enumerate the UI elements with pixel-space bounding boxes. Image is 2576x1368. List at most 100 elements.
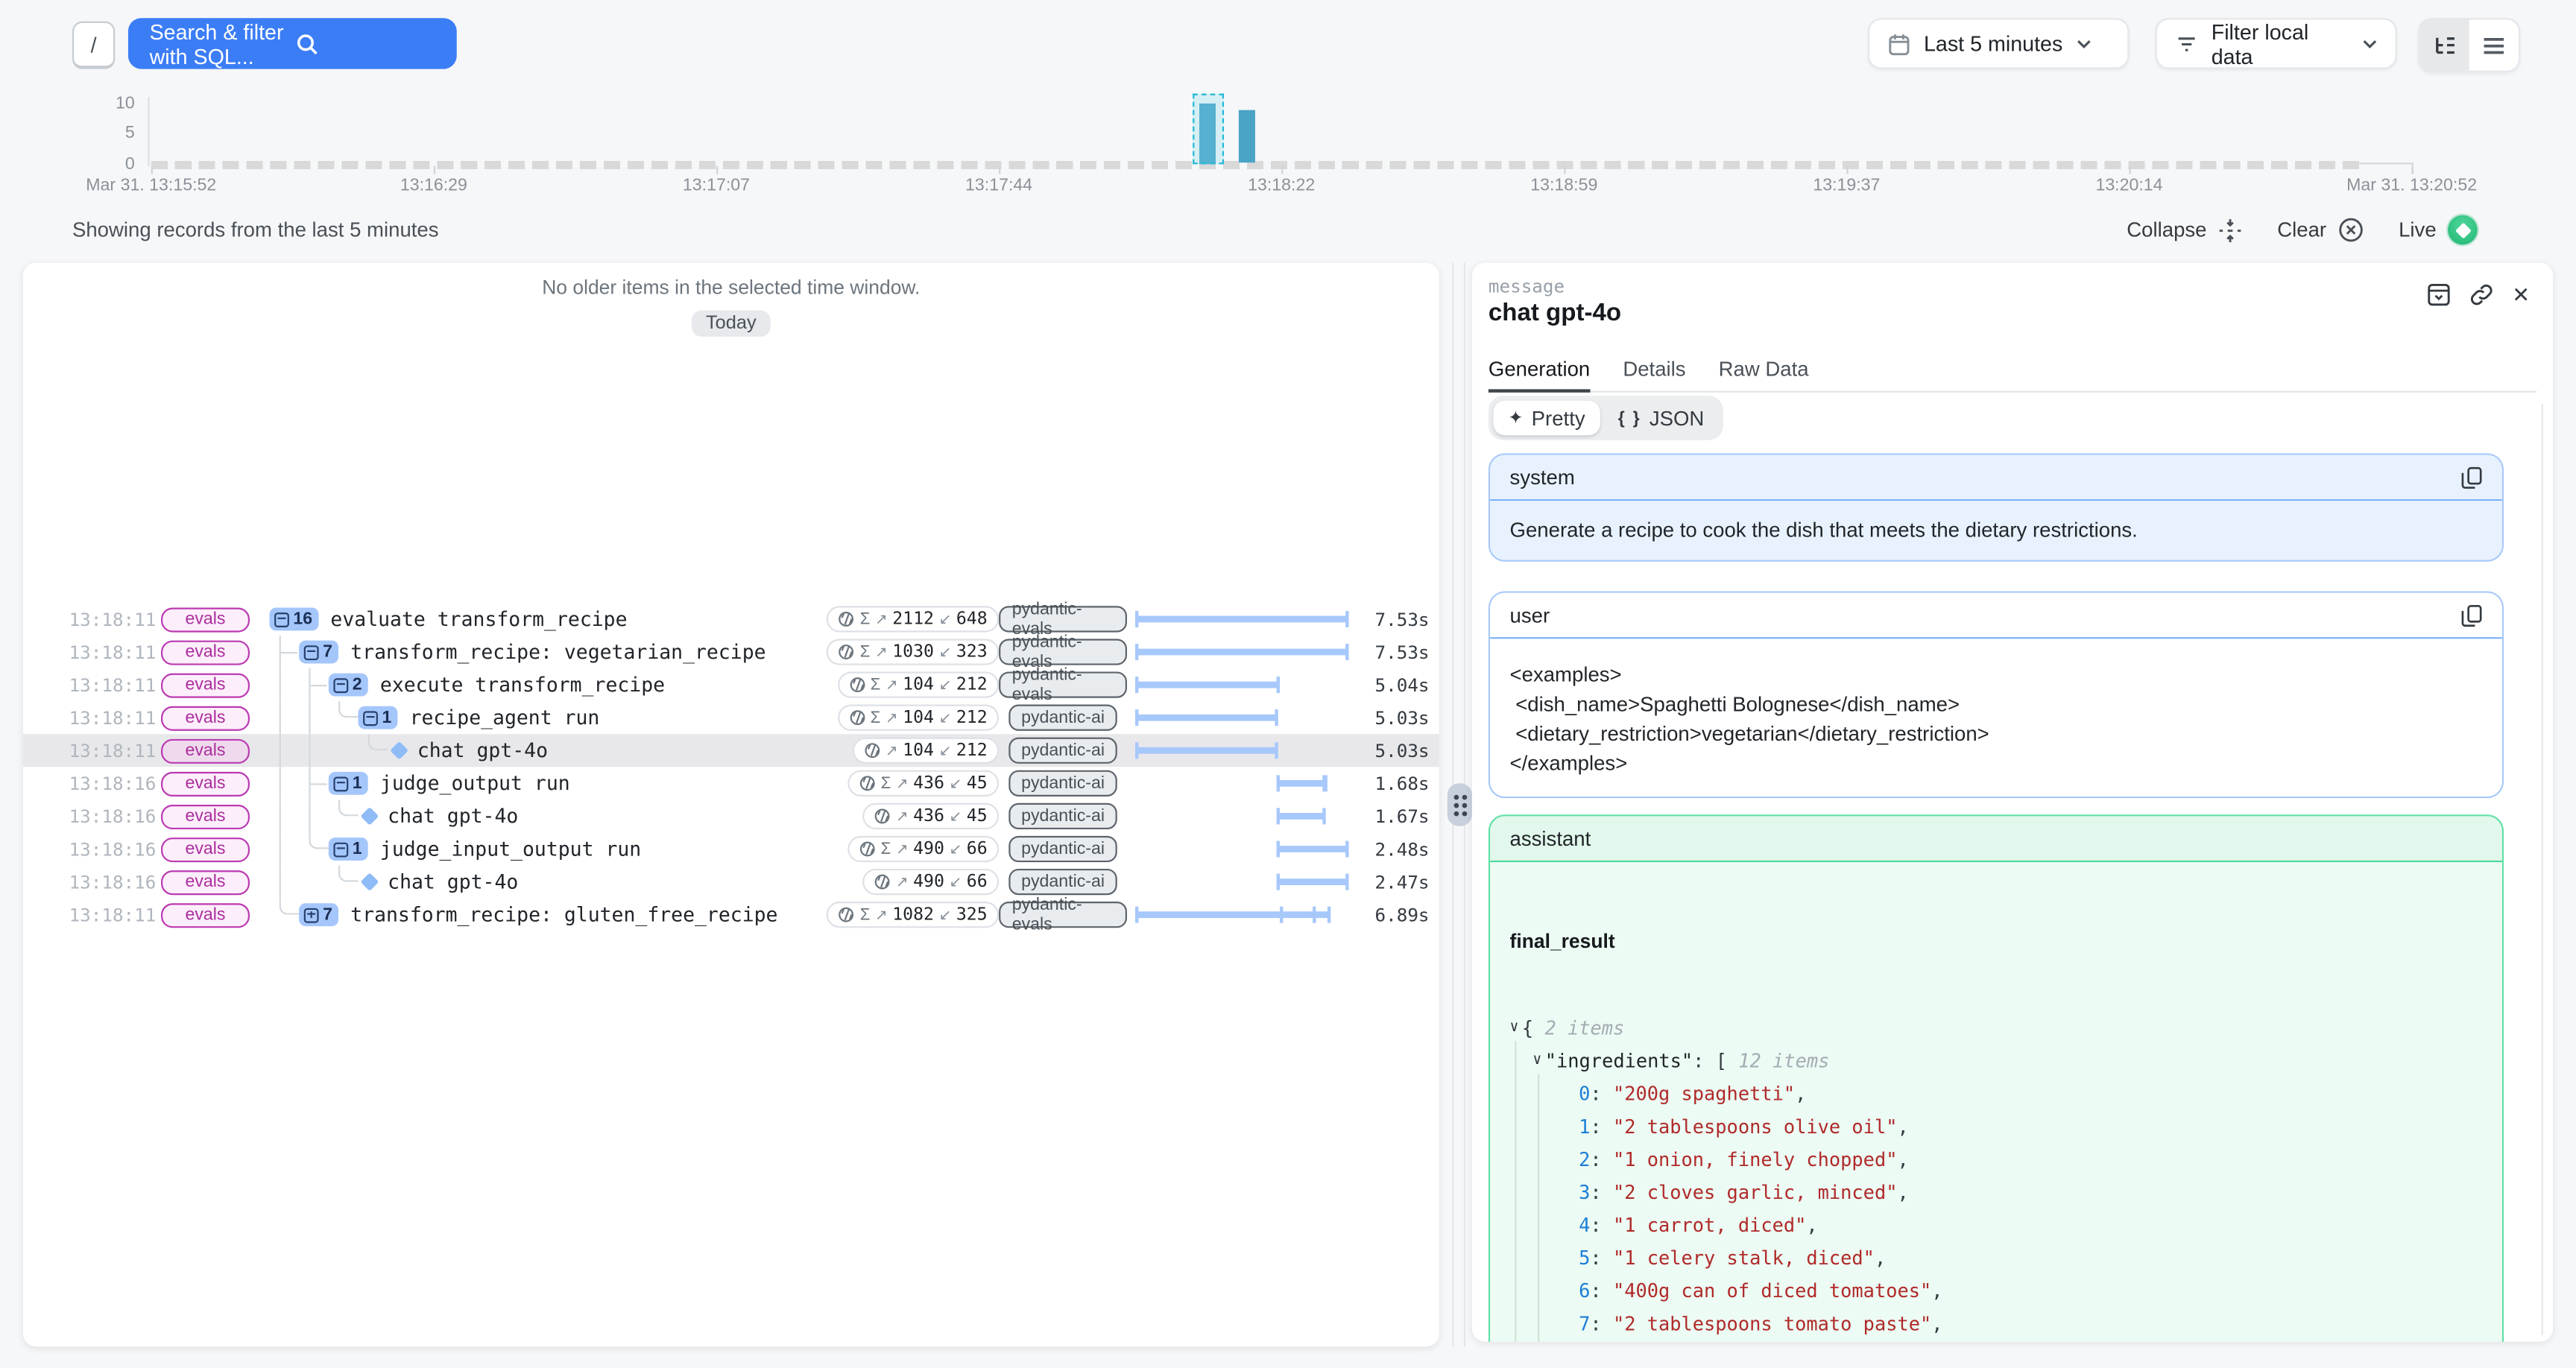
close-icon[interactable]: ✕ [2512, 284, 2530, 305]
trace-row[interactable]: 13:18:11evals1recipe_agent runΣ↗104↙212p… [23, 701, 1439, 734]
trace-panel: No older items in the selected time wind… [23, 263, 1439, 1347]
token-usage-chip[interactable]: Σ↗2112↙648 [827, 606, 999, 632]
span-name: recipe_agent run [410, 706, 600, 729]
child-count: 7 [323, 642, 332, 662]
evals-badge[interactable]: evals [161, 706, 250, 730]
evals-badge[interactable]: evals [161, 639, 250, 664]
span-diamond-icon [360, 807, 379, 826]
output-tokens-arrow-icon: ↙ [939, 676, 952, 694]
evals-badge[interactable]: evals [161, 837, 250, 861]
trace-row[interactable]: 13:18:11evals16evaluate transform_recipe… [23, 603, 1439, 636]
row-tree-cell: 1judge_input_output run [266, 832, 835, 865]
token-usage-chip[interactable]: ↗104↙212 [853, 738, 999, 764]
span-toggle-chip[interactable]: 2 [329, 674, 369, 697]
tree-connector [280, 899, 299, 915]
copy-link-icon[interactable] [2469, 282, 2494, 307]
open-in-panel-icon[interactable] [2427, 282, 2452, 307]
copy-icon[interactable] [2461, 466, 2483, 489]
tag-cell: pydantic-ai [999, 770, 1127, 797]
duration-bar-cell [1137, 603, 1347, 636]
json-array-item: 0: "200g spaghetti", [1510, 1077, 2483, 1110]
chevron-down-icon[interactable]: ∨ [1532, 1053, 1541, 1069]
tab-raw-data[interactable]: Raw Data [1719, 358, 1809, 390]
collapse-button[interactable]: Collapse [2117, 218, 2253, 242]
trace-row[interactable]: 13:18:11evals7transform_recipe: gluten_f… [23, 899, 1439, 931]
span-toggle-chip[interactable]: 7 [299, 641, 339, 664]
trace-row[interactable]: 13:18:11evals7transform_recipe: vegetari… [23, 636, 1439, 668]
collapse-icon [274, 612, 289, 627]
scope-tag[interactable]: pydantic-evals [999, 671, 1127, 697]
trace-row[interactable]: 13:18:11evalschat gpt-4o↗104↙212pydantic… [23, 734, 1439, 767]
token-usage-chip[interactable]: Σ↗436↙45 [848, 770, 1000, 797]
evals-badge[interactable]: evals [161, 738, 250, 763]
evals-badge[interactable]: evals [161, 804, 250, 829]
time-range-dropdown[interactable]: Last 5 minutes [1868, 18, 2129, 69]
trace-row[interactable]: 13:18:11evals2execute transform_recipeΣ↗… [23, 668, 1439, 701]
token-usage-chip[interactable]: ↗490↙66 [863, 869, 999, 895]
status-bar: Showing records from the last 5 minutes … [0, 203, 2576, 256]
duration-bar-cap [1135, 742, 1140, 759]
x-axis-label: 13:18:22 [1248, 176, 1315, 195]
tree-view-button[interactable] [2420, 19, 2469, 70]
child-count: 1 [382, 708, 391, 727]
duration-bar-cell [1137, 799, 1347, 832]
evals-badge[interactable]: evals [161, 870, 250, 894]
output-tokens-arrow-icon: ↙ [939, 610, 952, 628]
x-axis-label: Mar 31. 13:15:52 [86, 176, 216, 195]
trace-row[interactable]: 13:18:16evals1judge_output runΣ↗436↙45py… [23, 767, 1439, 799]
chevron-down-icon[interactable]: ∨ [1510, 1020, 1519, 1036]
span-toggle-chip[interactable]: 7 [299, 903, 339, 926]
copy-icon[interactable] [2461, 604, 2483, 627]
list-view-button[interactable] [2469, 19, 2519, 70]
clear-button[interactable]: Clear [2267, 217, 2374, 243]
scope-tag[interactable]: pydantic-evals [999, 606, 1127, 632]
token-usage-chip[interactable]: Σ↗490↙66 [848, 836, 1000, 862]
token-usage-chip[interactable]: Σ↗1030↙323 [827, 639, 999, 665]
tab-generation[interactable]: Generation [1489, 358, 1590, 390]
histogram-bar[interactable] [1238, 110, 1255, 163]
input-tokens-arrow-icon: ↗ [875, 610, 888, 628]
trace-row[interactable]: 13:18:16evals1judge_input_output runΣ↗49… [23, 832, 1439, 865]
span-toggle-chip[interactable]: 1 [329, 837, 369, 861]
sigma-icon: Σ [860, 610, 871, 628]
scope-tag[interactable]: pydantic-evals [999, 639, 1127, 665]
span-toggle-chip[interactable]: 16 [269, 608, 319, 631]
y-axis-label: 5 [92, 123, 134, 142]
scope-tag[interactable]: pydantic-ai [1008, 803, 1117, 829]
token-usage-chip[interactable]: Σ↗1082↙325 [827, 902, 999, 928]
scope-tag[interactable]: pydantic-ai [1008, 705, 1117, 731]
today-pill[interactable]: Today [691, 311, 771, 337]
token-usage-chip[interactable]: Σ↗104↙212 [838, 671, 999, 697]
pretty-toggle-button[interactable]: ✦ Pretty [1494, 401, 1600, 435]
token-usage-chip[interactable]: ↗436↙45 [863, 803, 999, 829]
scope-tag[interactable]: pydantic-ai [1008, 836, 1117, 862]
span-toggle-chip[interactable]: 1 [358, 706, 398, 729]
panel-resize-handle[interactable] [1448, 783, 1472, 826]
evals-badge[interactable]: evals [161, 673, 250, 697]
filter-local-data-dropdown[interactable]: Filter local data [2156, 18, 2397, 69]
trace-row[interactable]: 13:18:16evalschat gpt-4o↗436↙45pydantic-… [23, 799, 1439, 832]
scope-tag[interactable]: pydantic-ai [1008, 770, 1117, 797]
span-duration: 1.67s [1354, 805, 1439, 827]
search-button[interactable]: Search & filter with SQL... [128, 18, 457, 69]
timeline-chart[interactable]: 1050 Mar 31. 13:15:5213:16:2913:17:0713:… [0, 89, 2576, 203]
span-name: execute transform_recipe [380, 674, 665, 697]
token-usage-chip[interactable]: Σ↗104↙212 [838, 705, 999, 731]
tab-details[interactable]: Details [1623, 358, 1685, 390]
json-toggle-button[interactable]: { } JSON [1603, 401, 1719, 435]
evals-badge[interactable]: evals [161, 607, 250, 631]
duration-bar-cap [1135, 709, 1140, 726]
span-toggle-chip[interactable]: 1 [329, 772, 369, 795]
final-result-label: final_result [1510, 930, 2483, 953]
scrollbar-track[interactable] [2542, 404, 2543, 1335]
scope-tag[interactable]: pydantic-ai [1008, 869, 1117, 895]
input-tokens: 1030 [892, 642, 934, 662]
json-indent-guide [1515, 1041, 1516, 1341]
evals-badge[interactable]: evals [161, 771, 250, 796]
scope-tag[interactable]: pydantic-ai [1008, 738, 1117, 764]
x-axis-label: 13:19:37 [1813, 176, 1880, 195]
evals-badge[interactable]: evals [161, 902, 250, 927]
trace-row[interactable]: 13:18:16evalschat gpt-4o↗490↙66pydantic-… [23, 866, 1439, 899]
scope-tag[interactable]: pydantic-evals [999, 902, 1127, 928]
live-toggle[interactable]: Live [2389, 215, 2487, 245]
